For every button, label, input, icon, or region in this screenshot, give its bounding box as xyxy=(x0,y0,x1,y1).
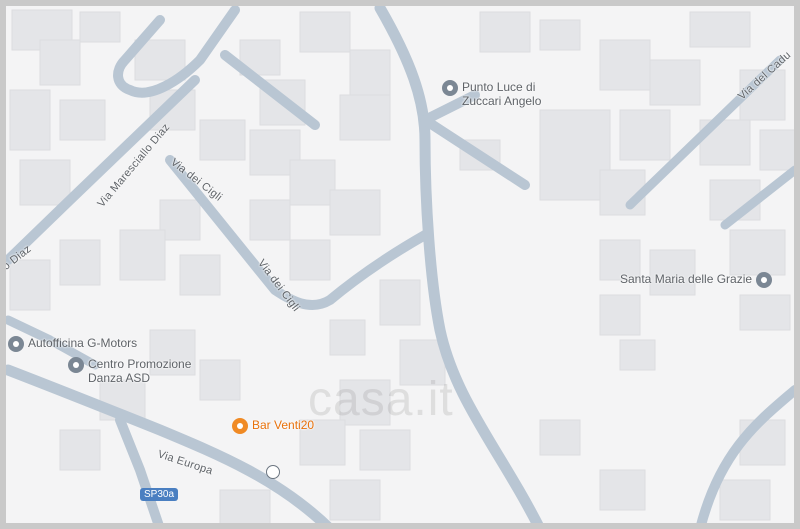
place-pin-icon xyxy=(442,80,458,96)
poi-label: Centro Promozione Danza ASD xyxy=(88,357,192,385)
bus-stop-icon[interactable] xyxy=(266,465,280,479)
poi-label: Bar Venti20 xyxy=(252,418,315,432)
poi-bar-venti20[interactable]: Bar Venti20 xyxy=(232,418,314,434)
place-pin-icon xyxy=(8,336,24,352)
bar-cocktail-icon xyxy=(232,418,248,434)
poi-santa-maria[interactable]: Santa Maria delle Grazie xyxy=(620,272,773,288)
watermark: casa.it xyxy=(308,373,454,426)
poi-label: Santa Maria delle Grazie xyxy=(620,272,753,286)
road-shield: SP30a xyxy=(140,488,179,501)
poi-centro-danza[interactable]: Centro Promozione Danza ASD xyxy=(68,357,191,385)
poi-label: Punto Luce di Zuccari Angelo xyxy=(462,80,542,108)
poi-autofficina[interactable]: Autofficina G-Motors xyxy=(8,336,137,352)
poi-punto-luce[interactable]: Punto Luce di Zuccari Angelo xyxy=(442,80,541,108)
poi-label: Autofficina G-Motors xyxy=(28,336,138,350)
map-canvas[interactable] xyxy=(0,0,800,529)
place-pin-icon xyxy=(756,272,773,288)
place-pin-icon xyxy=(68,357,84,373)
